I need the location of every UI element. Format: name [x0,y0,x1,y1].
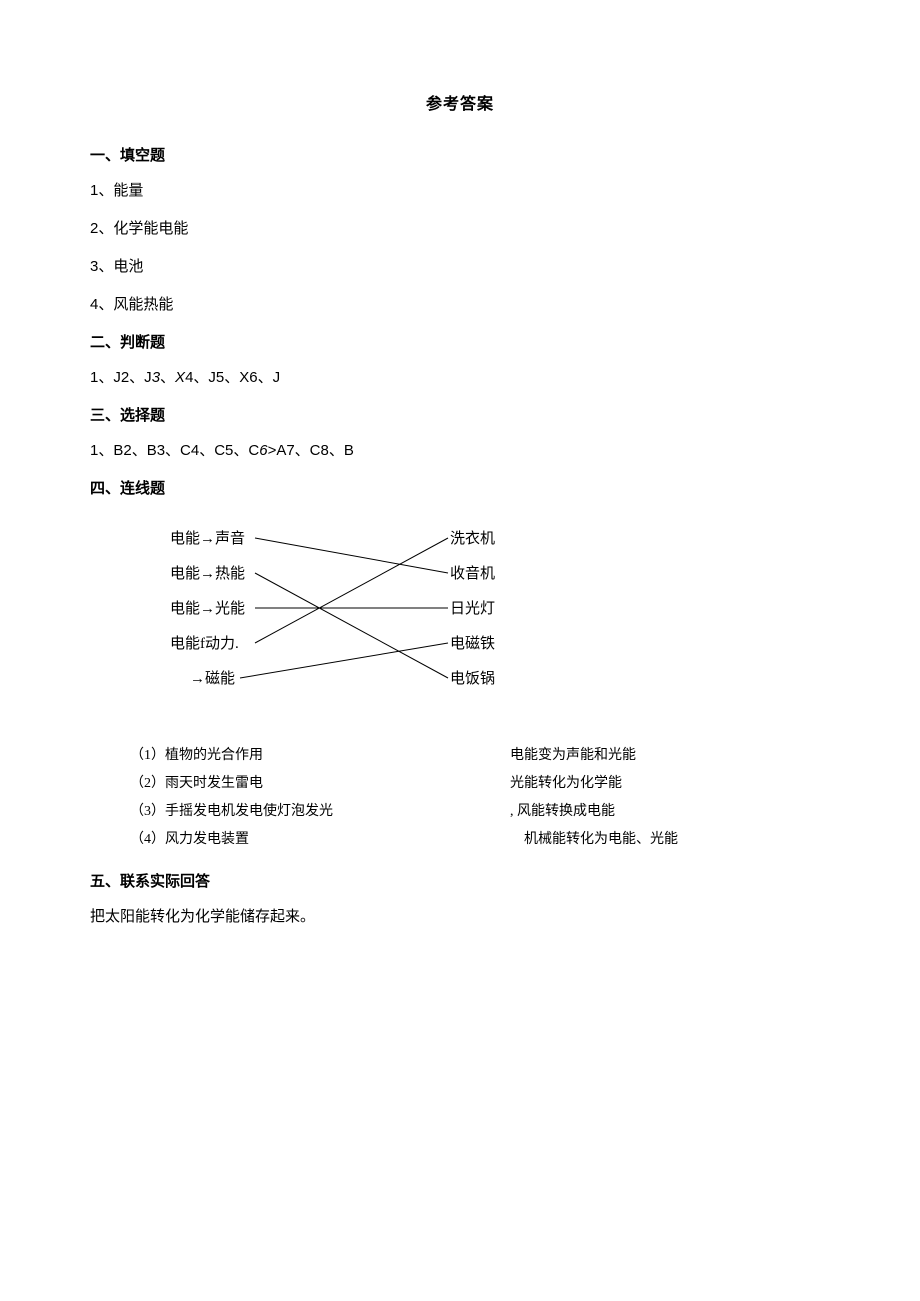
s3-answer-1: 1、B2、B3、C4、C5、C6>A7、C8、B [90,439,830,463]
match-line-1 [255,538,448,573]
diag-right-5: 电饭锅 [450,670,495,687]
s2-text: 1、J2、J [90,369,152,386]
page-title: 参考答案 [90,90,830,114]
match-line-2 [255,573,448,678]
s2-answer-1: 1、J2、J3、X4、J5、X6、J [90,366,830,390]
section-2-head: 二、判断题 [90,331,830,352]
diag-right-2: 收音机 [450,565,495,582]
matching-set-2: （1）植物的光合作用 （2）雨天时发生雷电 （3）手摇发电机发电使灯泡发光 （4… [130,742,830,854]
m2-left-3: （3）手摇发电机发电使灯泡发光 [130,798,510,826]
diag-left-4: 电能f动力. [170,635,239,652]
s1-answer-3: 3、电池 [90,255,830,279]
s1-answer-1: 1、能量 [90,179,830,203]
section-3-head: 三、选择题 [90,404,830,425]
s2-italic-2: X [175,369,185,386]
diag-left-2: 电能→热能 [170,565,245,582]
s2-text-mid2: 4、J5、X6、J [185,369,280,386]
diag-right-4: 电磁铁 [450,635,495,652]
s2-italic-1: 3 [152,369,160,386]
section-4-head: 四、连线题 [90,477,830,498]
m2-left-1: （1）植物的光合作用 [130,742,510,770]
m2-right-3: , 风能转换成电能 [510,798,830,826]
s5-answer-1: 把太阳能转化为化学能储存起来。 [90,905,830,929]
s2-text-mid1: 、 [160,369,175,386]
diag-right-1: 洗衣机 [450,530,495,547]
section-5-head: 五、联系实际回答 [90,870,830,891]
s1-answer-4: 4、风能热能 [90,293,830,317]
diag-left-1: 电能→声音 [170,529,245,547]
s3-text-pre: 1、B2、B3、C4、C5、C [90,442,259,459]
m2-right-1: 电能变为声能和光能 [510,742,830,770]
s3-text-post: >A7、C8、B [268,442,354,459]
diag-right-3: 日光灯 [450,600,495,617]
diag-left-3: 电能→光能 [170,600,245,617]
section-1-head: 一、填空题 [90,144,830,165]
matching-diagram: 电能→声音 电能→热能 电能→光能 电能f动力. →磁能 洗衣机 收音机 日光灯… [130,518,830,712]
m2-right-4: 机械能转化为电能、光能 [510,826,830,854]
m2-left-4: （4）风力发电装置 [130,826,510,854]
diag-left-5: →磁能 [190,670,235,687]
m2-right-2: 光能转化为化学能 [510,770,830,798]
s1-answer-2: 2、化学能电能 [90,217,830,241]
s3-italic: 6 [259,442,267,459]
matching-svg: 电能→声音 电能→热能 电能→光能 电能f动力. →磁能 洗衣机 收音机 日光灯… [130,518,530,708]
match-line-4 [255,538,448,643]
m2-left-2: （2）雨天时发生雷电 [130,770,510,798]
